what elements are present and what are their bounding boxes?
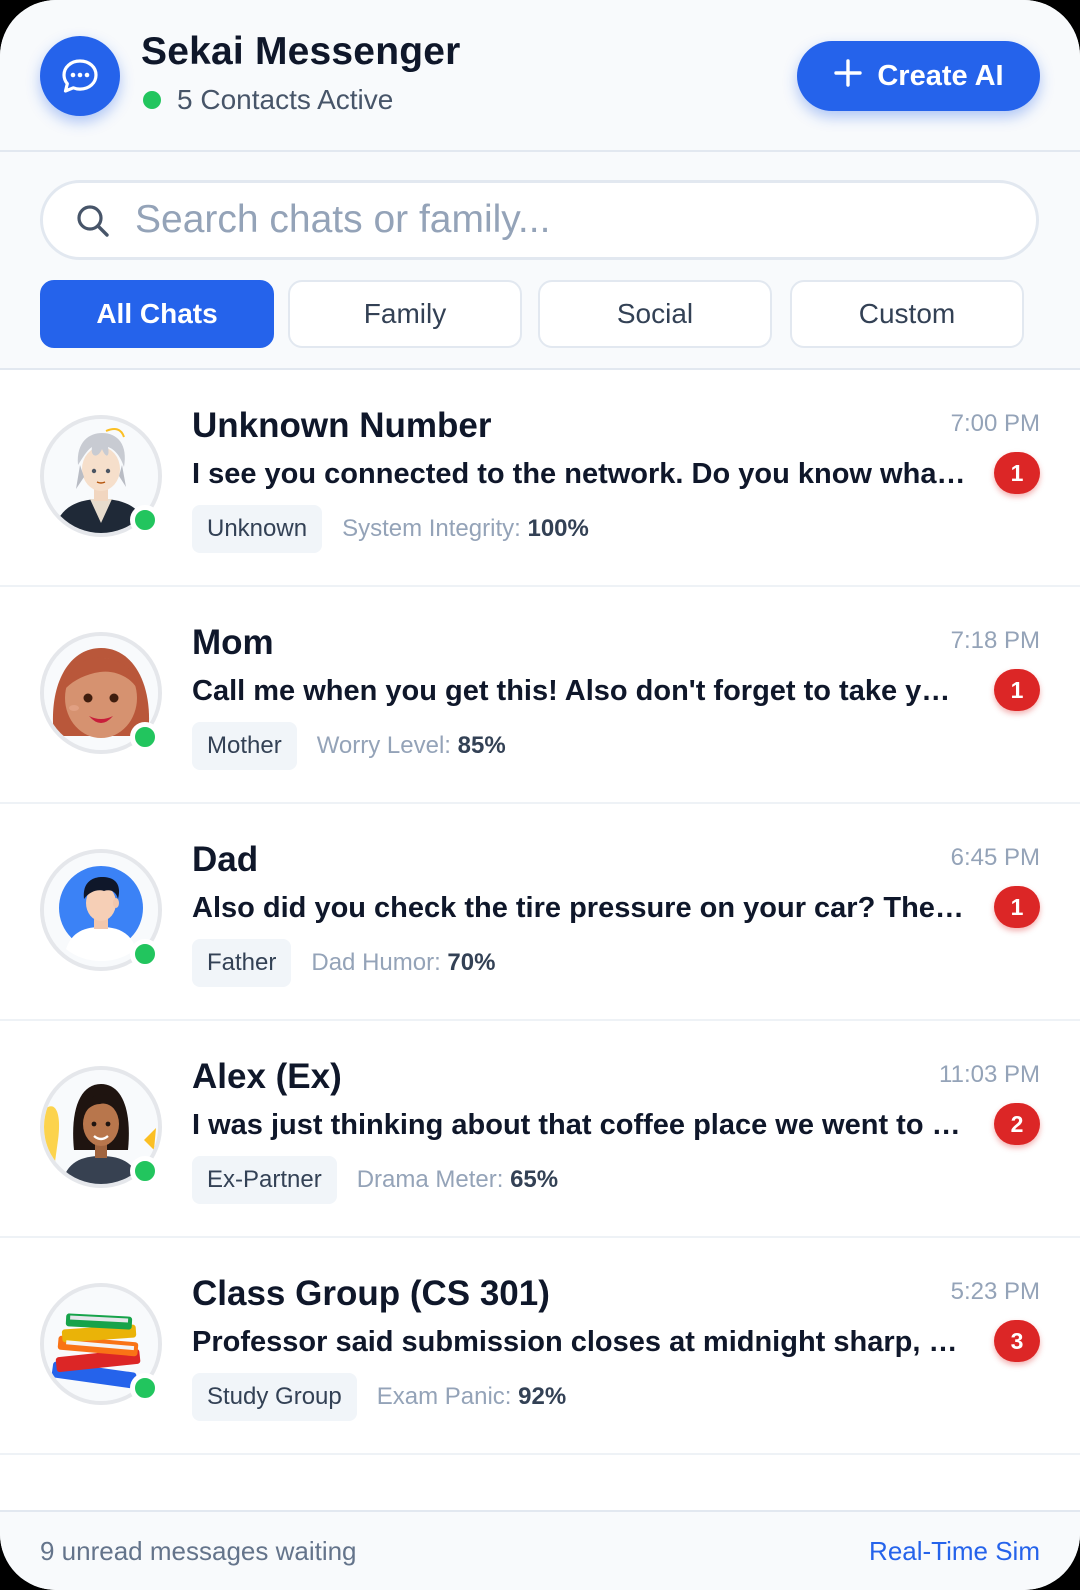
contact-meta: Ex-Partner Drama Meter: 65% bbox=[192, 1156, 558, 1204]
online-indicator bbox=[130, 1373, 160, 1403]
online-indicator bbox=[130, 939, 160, 969]
avatar bbox=[40, 1066, 162, 1188]
message-preview: I was just thinking about that coffee pl… bbox=[192, 1109, 967, 1141]
chat-row-unknown-number[interactable]: Unknown Number 7:00 PM I see you connect… bbox=[0, 370, 1080, 587]
message-preview: Call me when you get this! Also don't fo… bbox=[192, 675, 967, 707]
avatar bbox=[40, 632, 162, 754]
contact-stat: Drama Meter: 65% bbox=[357, 1166, 558, 1194]
message-time: 6:45 PM bbox=[950, 844, 1040, 871]
stat-label: Worry Level: bbox=[316, 732, 451, 759]
message-time: 5:23 PM bbox=[950, 1278, 1040, 1305]
contact-name: Unknown Number bbox=[192, 406, 492, 445]
relation-tag: Father bbox=[192, 939, 292, 987]
contact-name: Dad bbox=[192, 840, 259, 879]
tab-custom[interactable]: Custom bbox=[790, 280, 1024, 348]
relation-tag: Ex-Partner bbox=[192, 1156, 337, 1204]
message-time: 11:03 PM bbox=[939, 1061, 1040, 1088]
relation-tag: Unknown bbox=[192, 505, 323, 553]
contact-stat: Worry Level: 85% bbox=[317, 732, 506, 760]
message-preview: I see you connected to the network. Do y… bbox=[192, 458, 967, 490]
avatar bbox=[40, 1283, 162, 1405]
contact-name: Class Group (CS 301) bbox=[192, 1274, 550, 1313]
avatar bbox=[40, 415, 162, 537]
tab-all-chats[interactable]: All Chats bbox=[40, 280, 274, 348]
chat-row-class-group[interactable]: Class Group (CS 301) 5:23 PM Professor s… bbox=[0, 1238, 1080, 1455]
message-time: 7:18 PM bbox=[950, 627, 1040, 654]
tab-family[interactable]: Family bbox=[288, 280, 522, 348]
message-time: 7:00 PM bbox=[950, 410, 1040, 437]
chat-row-alex[interactable]: Alex (Ex) 11:03 PM I was just thinking a… bbox=[0, 1021, 1080, 1238]
active-contacts-status: 5 Contacts Active bbox=[141, 84, 393, 116]
unread-badge: 1 bbox=[994, 669, 1040, 711]
message-preview: Professor said submission closes at midn… bbox=[192, 1326, 967, 1358]
stat-value: 92% bbox=[518, 1383, 567, 1410]
tab-social[interactable]: Social bbox=[538, 280, 772, 348]
contact-stat: Dad Humor: 70% bbox=[311, 949, 495, 977]
contact-stat: Exam Panic: 92% bbox=[377, 1383, 566, 1411]
stat-label: Exam Panic: bbox=[376, 1383, 512, 1410]
search-box[interactable] bbox=[40, 180, 1039, 260]
search-filter-bar: All Chats Family Social Custom bbox=[0, 152, 1080, 370]
online-indicator bbox=[130, 1156, 160, 1186]
contact-meta: Father Dad Humor: 70% bbox=[192, 939, 495, 987]
stat-value: 100% bbox=[527, 515, 589, 542]
messenger-app: Sekai Messenger 5 Contacts Active Create… bbox=[0, 0, 1080, 1590]
stat-value: 70% bbox=[447, 949, 496, 976]
unread-badge: 3 bbox=[994, 1320, 1040, 1362]
contact-name: Mom bbox=[192, 623, 274, 662]
stat-value: 65% bbox=[510, 1166, 559, 1193]
create-ai-button[interactable]: Create AI bbox=[797, 41, 1040, 111]
chat-row-mom[interactable]: Mom 7:18 PM Call me when you get this! A… bbox=[0, 587, 1080, 804]
chat-row-dad[interactable]: Dad 6:45 PM Also did you check the tire … bbox=[0, 804, 1080, 1021]
relation-tag: Study Group bbox=[192, 1373, 357, 1421]
unread-badge: 1 bbox=[994, 452, 1040, 494]
search-icon bbox=[77, 205, 109, 237]
relation-tag: Mother bbox=[192, 722, 297, 770]
status-footer: 9 unread messages waiting Real-Time Sim bbox=[0, 1510, 1080, 1590]
create-ai-label: Create AI bbox=[877, 59, 1004, 92]
unread-badge: 2 bbox=[994, 1103, 1040, 1145]
online-indicator bbox=[130, 722, 160, 752]
contact-meta: Mother Worry Level: 85% bbox=[192, 722, 506, 770]
message-preview: Also did you check the tire pressure on … bbox=[192, 892, 967, 924]
online-status-icon bbox=[143, 91, 161, 109]
contact-meta: Study Group Exam Panic: 92% bbox=[192, 1373, 566, 1421]
real-time-sim-link[interactable]: Real-Time Sim bbox=[869, 1536, 1040, 1567]
stat-value: 85% bbox=[457, 732, 506, 759]
filter-tabs: All Chats Family Social Custom bbox=[40, 280, 1040, 348]
stat-label: System Integrity: bbox=[342, 515, 521, 542]
stat-label: Dad Humor: bbox=[311, 949, 441, 976]
unread-summary: 9 unread messages waiting bbox=[40, 1536, 357, 1566]
unread-badge: 1 bbox=[994, 886, 1040, 928]
chat-bubble-icon bbox=[40, 36, 120, 116]
search-input[interactable] bbox=[135, 191, 995, 249]
chat-list: Unknown Number 7:00 PM I see you connect… bbox=[0, 370, 1080, 1510]
plus-icon bbox=[833, 55, 863, 95]
online-indicator bbox=[130, 505, 160, 535]
app-header: Sekai Messenger 5 Contacts Active Create… bbox=[0, 0, 1080, 152]
active-contacts-label: 5 Contacts Active bbox=[177, 84, 394, 115]
app-title: Sekai Messenger bbox=[141, 30, 461, 73]
stat-label: Drama Meter: bbox=[356, 1166, 504, 1193]
contact-name: Alex (Ex) bbox=[192, 1057, 342, 1096]
avatar bbox=[40, 849, 162, 971]
contact-stat: System Integrity: 100% bbox=[342, 515, 589, 543]
contact-meta: Unknown System Integrity: 100% bbox=[192, 505, 589, 553]
